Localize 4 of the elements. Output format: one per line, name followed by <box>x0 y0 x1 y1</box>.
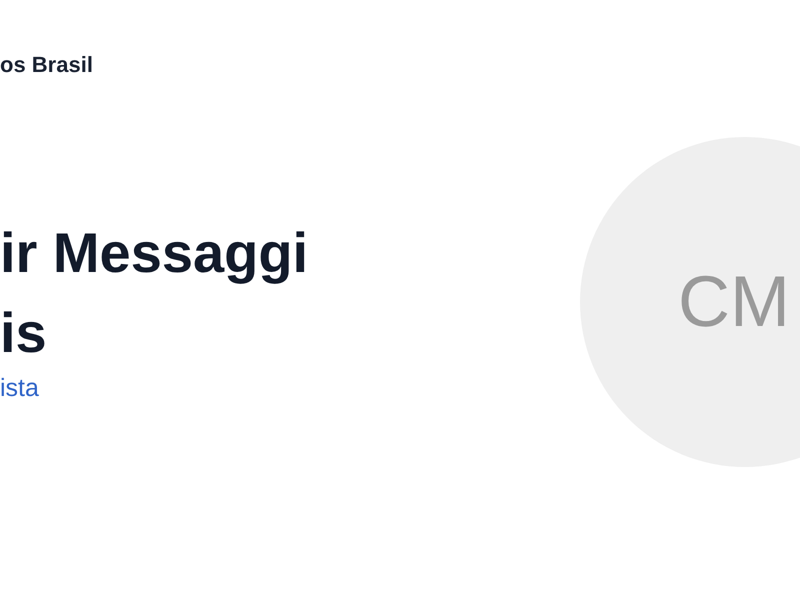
avatar-initials: CM <box>678 266 790 338</box>
person-name: ir Messaggi is <box>0 220 308 366</box>
site-name: os Brasil <box>0 51 93 79</box>
job-title: ista <box>0 373 39 404</box>
